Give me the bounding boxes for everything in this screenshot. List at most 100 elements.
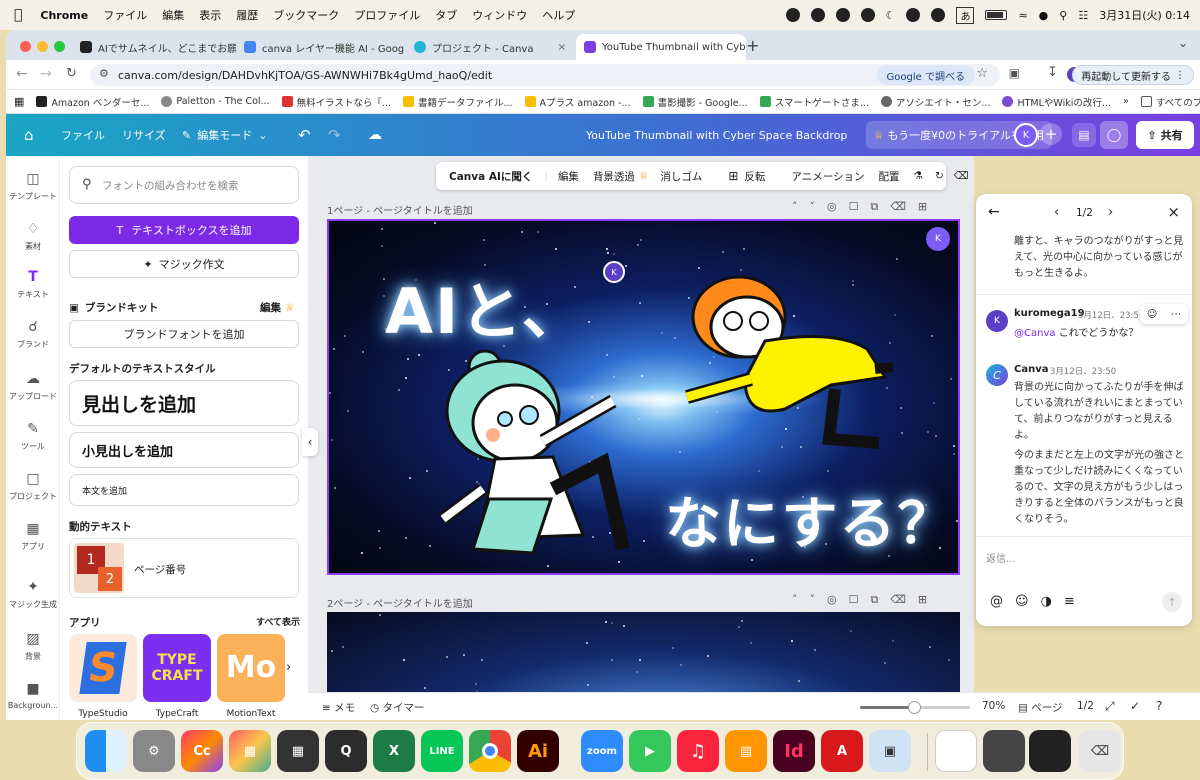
reply-input[interactable]: 返信... xyxy=(986,550,1016,565)
boy-character-illustration[interactable] xyxy=(635,259,895,459)
paint-format-icon[interactable]: ⚗ xyxy=(914,170,923,182)
books-icon[interactable]: ▤ xyxy=(725,730,767,772)
rail-item-tools[interactable]: ✎ ツール xyxy=(6,420,60,452)
zoom-app-icon[interactable]: zoom xyxy=(581,730,623,772)
menu-item-edit[interactable]: 編集 xyxy=(162,7,184,23)
menu-item-history[interactable]: 履歴 xyxy=(236,7,258,23)
menu-item-window[interactable]: ウィンドウ xyxy=(472,7,527,23)
zoom-level[interactable]: 70% xyxy=(982,700,1005,712)
menubar-clock[interactable]: 3月31日(火) 0:14 xyxy=(1099,7,1190,23)
illustrator-icon[interactable]: Ai xyxy=(517,730,559,772)
resize-menu[interactable]: リサイズ xyxy=(122,114,166,156)
eraser-button[interactable]: 消しゴム xyxy=(660,169,702,184)
add-page-icon[interactable]: ⊞ xyxy=(918,200,927,214)
rail-item-uploads[interactable]: ☁ アップロード xyxy=(6,370,60,402)
facetime-icon[interactable]: ▶ xyxy=(629,730,671,772)
show-all-link[interactable]: すべて表示 xyxy=(256,615,300,628)
chrome-icon[interactable] xyxy=(469,730,511,772)
bookmarks-more[interactable]: » xyxy=(1123,96,1129,107)
bookmark-9[interactable]: HTMLやWikiの改行... xyxy=(1002,95,1111,109)
zoom-slider-thumb[interactable] xyxy=(907,701,921,714)
notes-button[interactable]: ≡ メモ xyxy=(322,700,355,715)
extensions-icon[interactable]: ▣ xyxy=(1009,66,1020,80)
finder-icon[interactable] xyxy=(85,730,127,772)
bookmark-4[interactable]: 書籍データファイル... xyxy=(402,95,513,109)
forward-icon[interactable]: → xyxy=(40,66,52,82)
launchpad-icon[interactable]: ▦ xyxy=(229,730,271,772)
mention-icon[interactable]: @ xyxy=(990,594,1003,609)
bookmark-1[interactable]: Amazon ベンダーセ... xyxy=(36,95,149,109)
tab-search-icon[interactable]: ⌄ xyxy=(1178,36,1188,50)
comment-pin-avatar[interactable]: K xyxy=(603,261,625,283)
menu-item-help[interactable]: ヘルプ xyxy=(542,7,575,23)
add-heading-button[interactable]: 見出しを追加 xyxy=(69,380,299,426)
browser-tab-3[interactable]: プロジェクト - Canva × xyxy=(406,34,574,60)
design-title[interactable]: YouTube Thumbnail with Cyber Space Backd… xyxy=(586,114,847,156)
rail-item-templates[interactable]: ◫ テンプレート xyxy=(6,170,60,202)
spotlight-icon[interactable]: ⚲ xyxy=(1059,9,1067,22)
mention[interactable]: @Canva xyxy=(1014,328,1056,339)
record-tray-icon[interactable] xyxy=(931,8,946,22)
bookmark-8[interactable]: アソシエイト・セン... xyxy=(880,95,990,109)
google-lens-button[interactable]: Google で調べる xyxy=(876,65,975,85)
app-tile-typestudio[interactable]: S xyxy=(69,634,137,702)
rail-item-projects[interactable]: □ プロジェクト xyxy=(6,470,60,502)
edit-image-button[interactable]: 編集 xyxy=(558,169,579,184)
menu-item-bookmarks[interactable]: ブックマーク xyxy=(273,7,339,23)
browser-tab-2[interactable]: canva レイヤー機能 AI - Goog× xyxy=(236,34,406,60)
line-tray-icon[interactable] xyxy=(810,8,825,22)
edit-mode-menu[interactable]: ✎ 編集モード ⌄ xyxy=(182,114,267,156)
recent-doc-1-icon[interactable] xyxy=(935,730,977,772)
menu-item-file[interactable]: ファイル xyxy=(103,7,147,23)
girl-character-illustration[interactable] xyxy=(433,339,633,559)
more-options-icon[interactable]: ⋯ xyxy=(1171,309,1181,320)
bookmark-star-icon[interactable]: ☆ xyxy=(976,66,988,81)
downloads-stack-icon[interactable] xyxy=(1029,730,1071,772)
droplet-tray-icon[interactable] xyxy=(835,8,850,22)
back-icon[interactable]: ← xyxy=(16,66,28,82)
window-minimize-button[interactable] xyxy=(37,41,48,52)
menu-item-tab[interactable]: タブ xyxy=(435,7,457,23)
url-field[interactable]: ⚙ canva.com/design/DAHDvhKjTOA/GS-AWNWHi… xyxy=(90,64,1000,86)
acrobat-icon[interactable]: A xyxy=(821,730,863,772)
battery-icon[interactable] xyxy=(985,10,1008,20)
collapse-panel-icon[interactable]: ‹ xyxy=(302,428,318,456)
bookmark-2[interactable]: Paletton - The Col... xyxy=(161,96,270,107)
bookmark-3[interactable]: 無料イラストなら「... xyxy=(281,95,391,109)
reload-icon[interactable]: ↻ xyxy=(66,66,77,81)
page-down-icon[interactable]: ˅ xyxy=(810,593,816,607)
play-tray-icon[interactable] xyxy=(906,8,921,22)
ime-indicator[interactable]: あ xyxy=(956,6,975,24)
wifi-icon[interactable]: ≈ xyxy=(1018,9,1027,22)
system-settings-icon[interactable]: ⚙ xyxy=(133,730,175,772)
add-body-button[interactable]: 本文を追加 xyxy=(69,474,299,506)
page-up-icon[interactable]: ˄ xyxy=(792,200,798,214)
apps-scroll-right-icon[interactable]: › xyxy=(286,660,291,675)
window-zoom-button[interactable] xyxy=(54,41,65,52)
comments-icon[interactable]: ◯ xyxy=(1100,121,1128,149)
flip-button[interactable]: 反転 xyxy=(744,169,765,184)
headline-bottom[interactable]: なにする？ xyxy=(665,479,956,560)
music-icon[interactable]: ♫ xyxy=(677,730,719,772)
share-button[interactable]: ⇧ 共有 xyxy=(1136,121,1194,149)
rail-item-background[interactable]: ▨ 背景 xyxy=(6,630,60,662)
relaunch-update-button[interactable]: 再起動して更新する ⋮ xyxy=(1072,65,1194,85)
download-icon[interactable]: ↧ xyxy=(1047,65,1058,80)
creative-cloud-tray-icon[interactable] xyxy=(785,8,800,22)
headline-top[interactable]: AIと、 xyxy=(385,261,586,351)
rail-item-apps[interactable]: ▦ アプリ xyxy=(6,520,60,552)
pages-button[interactable]: ▤ ページ xyxy=(1018,700,1063,715)
rail-item-magic[interactable]: ✦ マジック生成 xyxy=(6,578,60,610)
add-subheading-button[interactable]: 小見出しを追加 xyxy=(69,432,299,468)
page-1-title[interactable]: 1ページ - ページタイトルを追加 xyxy=(327,202,473,217)
calculator-icon[interactable]: ▦ xyxy=(277,730,319,772)
apple-icon[interactable]:  xyxy=(14,7,22,23)
zoom-tray-icon[interactable] xyxy=(860,8,875,22)
prev-comment-icon[interactable]: ‹ xyxy=(1054,205,1059,220)
bookmark-7[interactable]: スマートゲートさま... xyxy=(759,95,869,109)
hide-page-icon[interactable]: ◎ xyxy=(827,593,837,607)
line-icon[interactable]: LINE xyxy=(421,730,463,772)
rail-item-elements[interactable]: ♢ 素材 xyxy=(6,220,60,252)
format-icon[interactable]: ≡ xyxy=(1064,594,1075,609)
new-tab-icon[interactable]: + xyxy=(746,36,759,55)
